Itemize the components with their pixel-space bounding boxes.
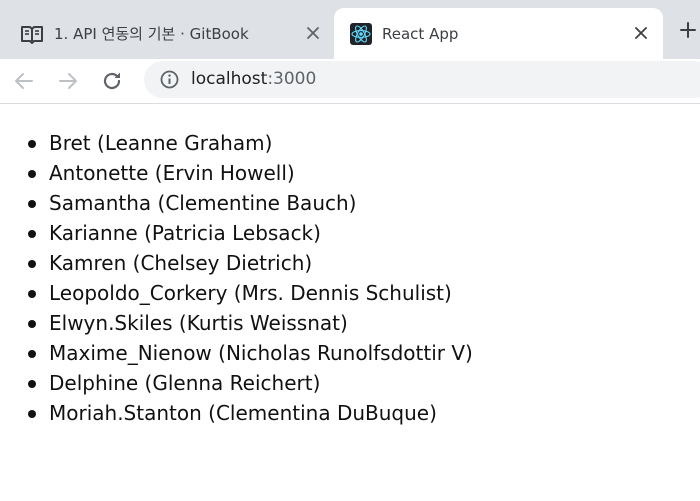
list-item: Karianne (Patricia Lebsack): [22, 218, 473, 248]
list-item: Moriah.Stanton (Clementina DuBuque): [22, 398, 473, 428]
react-logo-icon: [350, 22, 372, 45]
info-icon[interactable]: [160, 70, 179, 89]
tab-strip: 1. API 연동의 기본 · GitBook React App: [0, 0, 700, 59]
tab-title: React App: [382, 24, 459, 43]
page-content: Bret (Leanne Graham) Antonette (Ervin How…: [0, 104, 700, 501]
list-item: Antonette (Ervin Howell): [22, 158, 473, 188]
username: Kamren: [49, 251, 127, 275]
gitbook-book-icon: [20, 24, 44, 44]
full-name: Glenna Reichert: [152, 371, 313, 395]
bullet-icon: [28, 350, 36, 358]
list-item: Samantha (Clementine Bauch): [22, 188, 473, 218]
full-name: Nicholas Runolfsdottir V: [225, 341, 466, 365]
full-name: Mrs. Dennis Schulist: [241, 281, 445, 305]
back-button[interactable]: [9, 66, 39, 96]
list-item: Elwyn.Skiles (Kurtis Weissnat): [22, 308, 473, 338]
username: Moriah.Stanton: [49, 401, 202, 425]
url-host: localhost: [191, 69, 268, 89]
bullet-icon: [28, 380, 36, 388]
full-name: Patricia Lebsack: [151, 221, 314, 245]
reload-icon: [101, 70, 123, 92]
list-item: Leopoldo_Corkery (Mrs. Dennis Schulist): [22, 278, 473, 308]
bullet-icon: [28, 140, 36, 148]
full-name: Clementina DuBuque: [215, 401, 430, 425]
bullet-icon: [28, 320, 36, 328]
user-list: Bret (Leanne Graham) Antonette (Ervin How…: [22, 128, 473, 428]
bullet-icon: [28, 170, 36, 178]
username: Samantha: [49, 191, 152, 215]
username: Leopoldo_Corkery: [49, 281, 228, 305]
username: Elwyn.Skiles: [49, 311, 173, 335]
new-tab-button[interactable]: [678, 18, 700, 42]
tab-title: 1. API 연동의 기본 · GitBook: [54, 25, 249, 43]
url-port: :3000: [267, 69, 317, 89]
list-item: Bret (Leanne Graham): [22, 128, 473, 158]
bullet-icon: [28, 200, 36, 208]
bullet-icon: [28, 410, 36, 418]
full-name: Chelsey Dietrich: [140, 251, 305, 275]
username: Delphine: [49, 371, 139, 395]
url-text: localhost:3000: [191, 69, 316, 89]
arrow-left-icon: [13, 70, 35, 92]
tab-gitbook[interactable]: 1. API 연동의 기본 · GitBook: [0, 8, 333, 59]
forward-button[interactable]: [53, 66, 83, 96]
full-name: Clementine Bauch: [165, 191, 349, 215]
reload-button[interactable]: [97, 66, 127, 96]
bullet-icon: [28, 260, 36, 268]
address-bar[interactable]: localhost:3000: [144, 61, 700, 98]
arrow-right-icon: [57, 70, 79, 92]
username: Bret: [49, 131, 91, 155]
list-item: Delphine (Glenna Reichert): [22, 368, 473, 398]
close-tab-icon[interactable]: [629, 21, 653, 45]
plus-icon: [678, 20, 698, 40]
close-tab-icon[interactable]: [301, 21, 325, 45]
username: Maxime_Nienow: [49, 341, 212, 365]
username: Karianne: [49, 221, 138, 245]
browser-toolbar: localhost:3000: [0, 59, 700, 104]
bullet-icon: [28, 230, 36, 238]
full-name: Leanne Graham: [104, 131, 265, 155]
bullet-icon: [28, 290, 36, 298]
full-name: Ervin Howell: [162, 161, 287, 185]
full-name: Kurtis Weissnat: [186, 311, 340, 335]
list-item: Maxime_Nienow (Nicholas Runolfsdottir V): [22, 338, 473, 368]
tab-react-app[interactable]: React App: [334, 8, 663, 59]
list-item: Kamren (Chelsey Dietrich): [22, 248, 473, 278]
username: Antonette: [49, 161, 149, 185]
